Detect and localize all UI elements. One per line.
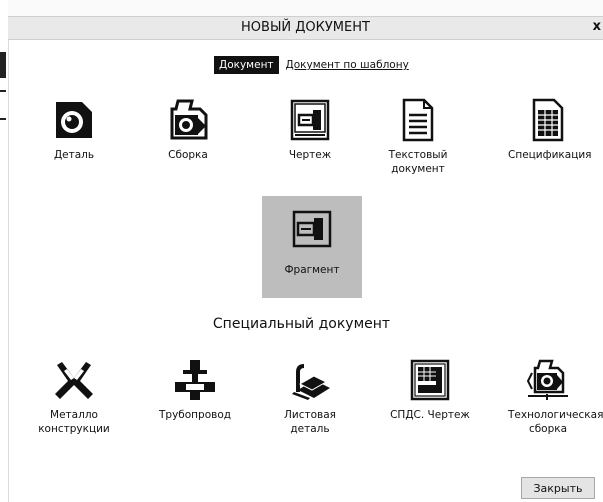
doc-item-text-document[interactable]: Текстовый документ: [378, 98, 458, 176]
special-item-pipeline[interactable]: Трубопровод: [155, 358, 235, 422]
special-item-technological-assembly[interactable]: Технологическая сборка: [508, 358, 603, 436]
doc-item-fragment[interactable]: Фрагмент: [262, 196, 362, 298]
special-section-title: Специальный документ: [212, 316, 391, 332]
special-item-sheet-metal[interactable]: Листовая деталь: [270, 358, 350, 436]
doc-item-label: Чертеж: [288, 149, 332, 161]
text-document-icon: [402, 98, 434, 142]
close-button[interactable]: Закрыть: [521, 477, 595, 499]
tab-document[interactable]: Документ: [214, 56, 279, 74]
drawing-icon: [290, 99, 330, 141]
doc-item-label: Спецификация: [508, 149, 592, 161]
pipeline-icon: [175, 360, 215, 400]
special-item-metal-structures[interactable]: Металло конструкции: [34, 358, 114, 436]
document-tabs: Документ Документ по шаблону: [214, 56, 409, 74]
special-item-label: СПДС. Чертеж: [390, 409, 470, 421]
doc-item-label: Деталь: [53, 149, 95, 161]
assembly-icon: [170, 99, 208, 140]
doc-item-assembly[interactable]: Сборка: [148, 98, 228, 162]
new-document-dialog: НОВЫЙ ДОКУМЕНТ x Документ Документ по ша…: [0, 0, 603, 502]
doc-item-label: Фрагмент: [284, 264, 340, 276]
technological-assembly-icon: [526, 359, 568, 400]
doc-item-specification[interactable]: Спецификация: [508, 98, 592, 162]
special-item-spds-drawing[interactable]: СПДС. Чертеж: [390, 358, 470, 422]
doc-item-part[interactable]: Деталь: [34, 98, 114, 162]
dialog-title: НОВЫЙ ДОКУМЕНТ: [241, 20, 370, 35]
doc-item-drawing[interactable]: Чертеж: [270, 98, 350, 162]
title-bar: НОВЫЙ ДОКУМЕНТ x: [8, 16, 603, 40]
spds-drawing-icon: [410, 359, 450, 401]
metal-structures-icon: [55, 362, 93, 399]
edge-marker: [0, 52, 6, 78]
fragment-icon: [292, 210, 332, 248]
doc-item-label: Текстовый документ: [388, 149, 448, 175]
tab-document-by-template[interactable]: Документ по шаблону: [286, 59, 409, 71]
close-icon[interactable]: x: [593, 19, 601, 34]
special-item-label: Листовая деталь: [284, 409, 336, 435]
doc-item-label: Сборка: [168, 149, 208, 161]
edge-marker: [0, 90, 6, 92]
left-edge-strip: [0, 16, 9, 502]
part-icon: [56, 102, 92, 138]
special-item-label: Металло конструкции: [38, 409, 110, 435]
edge-marker: [0, 118, 6, 120]
special-item-label: Трубопровод: [158, 409, 232, 421]
window-top-strip: [8, 0, 603, 16]
special-item-label: Технологическая сборка: [508, 409, 603, 435]
sheet-metal-icon: [292, 364, 330, 400]
specification-icon: [532, 98, 564, 142]
